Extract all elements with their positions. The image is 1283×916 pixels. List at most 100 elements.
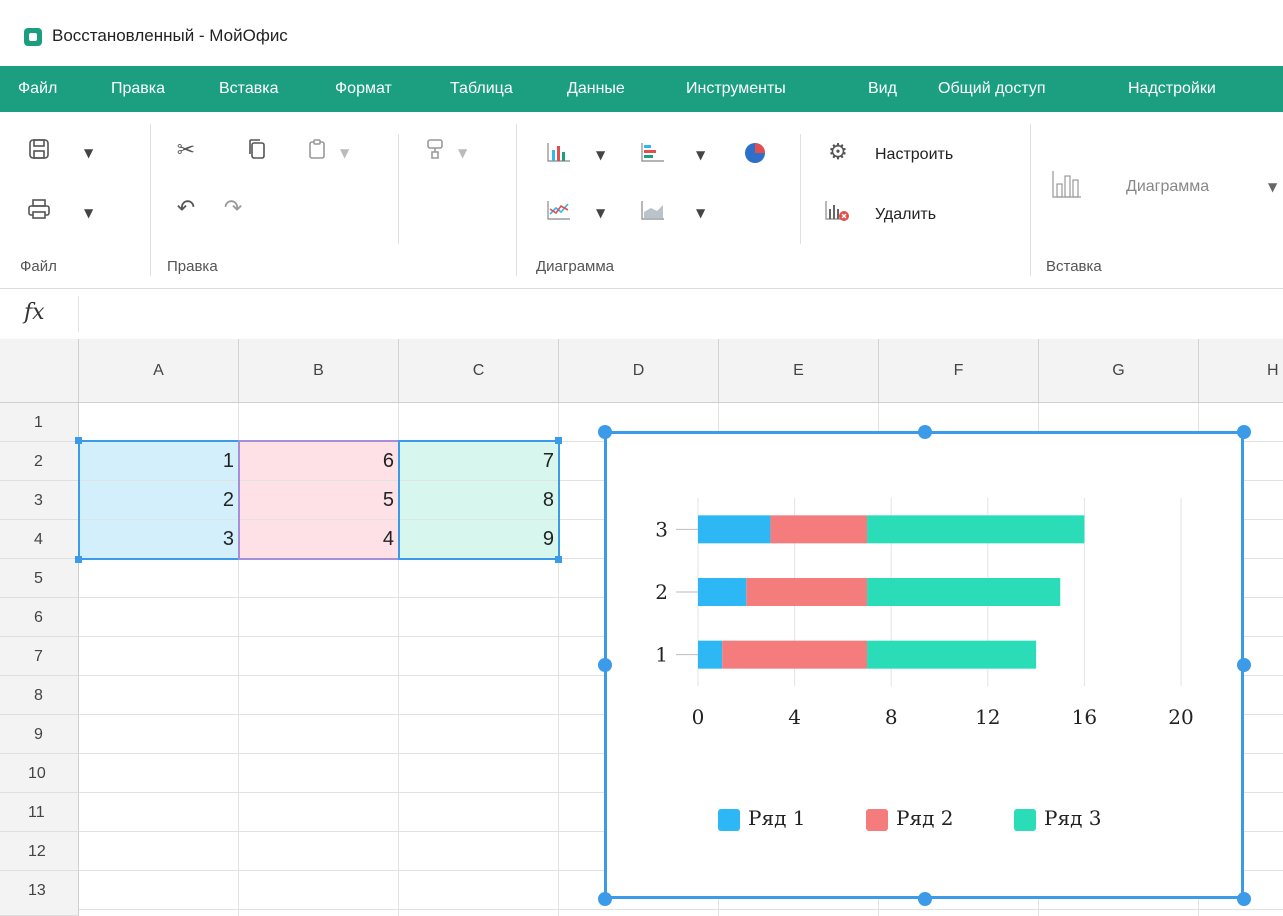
cut-icon[interactable]: ✂ — [173, 138, 199, 164]
save-icon[interactable] — [26, 138, 52, 167]
chart-resize-handle[interactable] — [918, 425, 932, 439]
row-header-10[interactable]: 10 — [0, 754, 79, 793]
column-header-g[interactable]: G — [1039, 339, 1199, 403]
chart-resize-handle[interactable] — [598, 892, 612, 906]
column-chart-icon[interactable] — [546, 142, 572, 169]
y-tick-label: 2 — [655, 580, 668, 604]
selection-handle[interactable] — [75, 437, 82, 444]
redo-icon[interactable]: ↷ — [220, 196, 246, 222]
menu-file[interactable]: Файл — [18, 66, 57, 112]
chart-bar — [867, 515, 1085, 544]
delete-chart-icon[interactable] — [824, 200, 852, 229]
menu-addons[interactable]: Надстройки — [1128, 66, 1216, 112]
column-header-b[interactable]: B — [239, 339, 399, 403]
print-dropdown-chevron-icon[interactable]: ▼ — [84, 200, 93, 226]
grid-line — [79, 909, 1283, 910]
chart-bar — [746, 578, 868, 606]
menu-edit[interactable]: Правка — [111, 66, 165, 112]
ribbon-separator — [150, 124, 151, 276]
chart-bar — [770, 515, 868, 544]
selection-handle[interactable] — [555, 556, 562, 563]
title-bar: Восстановленный - МойОфис — [0, 0, 1283, 67]
ribbon-group-file-label: Файл — [20, 258, 57, 275]
save-dropdown-chevron-icon[interactable]: ▼ — [84, 140, 93, 166]
row-header-1[interactable]: 1 — [0, 403, 79, 442]
column-header-c[interactable]: C — [399, 339, 559, 403]
ribbon-group-chart-label: Диаграмма — [536, 258, 615, 275]
copy-icon[interactable] — [244, 138, 270, 167]
legend-swatch — [866, 809, 888, 831]
window-title: Восстановленный - МойОфис — [52, 26, 288, 45]
column-chart-dropdown-chevron-icon[interactable]: ▼ — [596, 142, 605, 168]
row-header-8[interactable]: 8 — [0, 676, 79, 715]
print-icon[interactable] — [26, 198, 52, 227]
chart-resize-handle[interactable] — [918, 892, 932, 906]
chart-resize-handle[interactable] — [1237, 892, 1251, 906]
insert-chart-dropdown-chevron-icon[interactable]: ▼ — [1268, 174, 1277, 200]
format-painter-dropdown-chevron-icon[interactable]: ▼ — [458, 140, 467, 166]
x-tick-label: 20 — [1168, 705, 1193, 729]
row-header-6[interactable]: 6 — [0, 598, 79, 637]
configure-chart-button[interactable]: Настроить — [875, 146, 953, 164]
legend-label: Ряд 3 — [1044, 806, 1102, 830]
column-header-h[interactable]: H — [1199, 339, 1283, 403]
row-header-2[interactable]: 2 — [0, 442, 79, 481]
bar-chart-icon[interactable] — [640, 142, 666, 169]
format-painter-icon[interactable] — [422, 138, 448, 167]
area-chart-icon[interactable] — [640, 200, 666, 227]
insert-chart-icon[interactable] — [1052, 170, 1082, 205]
menu-tools[interactable]: Инструменты — [686, 66, 786, 112]
column-header-a[interactable]: A — [79, 339, 239, 403]
selection-handle[interactable] — [75, 556, 82, 563]
chart-resize-handle[interactable] — [598, 658, 612, 672]
chart-bar — [698, 515, 771, 544]
row-header-7[interactable]: 7 — [0, 637, 79, 676]
column-header-e[interactable]: E — [719, 339, 879, 403]
selection-handle[interactable] — [555, 437, 562, 444]
row-header-11[interactable]: 11 — [0, 793, 79, 832]
delete-chart-button[interactable]: Удалить — [875, 206, 936, 224]
paste-icon[interactable] — [304, 138, 330, 167]
y-tick-label: 3 — [655, 517, 668, 541]
row-header-12[interactable]: 12 — [0, 832, 79, 871]
pie-chart-icon[interactable] — [742, 142, 768, 171]
area-chart-dropdown-chevron-icon[interactable]: ▼ — [696, 200, 705, 226]
line-chart-icon[interactable] — [546, 200, 572, 227]
row-header-9[interactable]: 9 — [0, 715, 79, 754]
menu-sharing[interactable]: Общий доступ — [938, 66, 1046, 112]
select-all-corner[interactable] — [0, 339, 79, 403]
y-tick-label: 1 — [655, 643, 668, 667]
chart-resize-handle[interactable] — [598, 425, 612, 439]
chart-bar — [867, 578, 1061, 606]
x-tick-label: 4 — [788, 705, 801, 729]
ribbon-separator — [800, 134, 801, 244]
undo-icon[interactable]: ↶ — [173, 196, 199, 222]
selection-range-b — [238, 440, 400, 560]
gear-icon[interactable]: ⚙ — [824, 140, 852, 166]
menu-insert[interactable]: Вставка — [219, 66, 278, 112]
x-tick-label: 16 — [1072, 705, 1097, 729]
line-chart-dropdown-chevron-icon[interactable]: ▼ — [596, 200, 605, 226]
bar-chart-dropdown-chevron-icon[interactable]: ▼ — [696, 142, 705, 168]
row-header-4[interactable]: 4 — [0, 520, 79, 559]
row-header-3[interactable]: 3 — [0, 481, 79, 520]
fx-icon: fx — [24, 300, 45, 325]
column-header-f[interactable]: F — [879, 339, 1039, 403]
menu-table[interactable]: Таблица — [450, 66, 513, 112]
menu-format[interactable]: Формат — [335, 66, 392, 112]
menu-view[interactable]: Вид — [868, 66, 897, 112]
insert-chart-button[interactable]: Диаграмма — [1126, 178, 1209, 196]
menu-bar: Файл Правка Вставка Формат Таблица Данны… — [0, 66, 1283, 112]
paste-dropdown-chevron-icon[interactable]: ▼ — [340, 140, 349, 166]
chart-resize-handle[interactable] — [1237, 658, 1251, 672]
column-header-d[interactable]: D — [559, 339, 719, 403]
menu-data[interactable]: Данные — [567, 66, 625, 112]
ribbon: ▼ ▼ Файл ✂ ▼ ▼ ↶ ↷ Правка ▼ ▼ ▼ ▼ ⚙ Наст… — [0, 112, 1283, 289]
row-header-5[interactable]: 5 — [0, 559, 79, 598]
chart-resize-handle[interactable] — [1237, 425, 1251, 439]
selection-range-c — [398, 440, 560, 560]
x-tick-label: 8 — [885, 705, 898, 729]
legend-label: Ряд 2 — [896, 806, 954, 830]
row-header-13[interactable]: 13 — [0, 871, 79, 916]
formula-input[interactable] — [88, 300, 1268, 328]
